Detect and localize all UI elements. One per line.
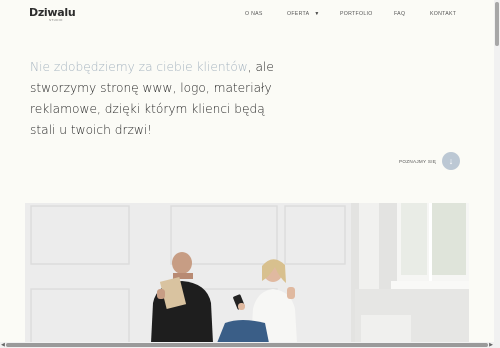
office-photo-illustration [25, 203, 469, 343]
nav-link-o-nas[interactable]: O NAS [245, 11, 263, 17]
nav-link-oferta-label: OFERTA [287, 11, 310, 17]
horizontal-scrollbar[interactable]: ◀ ▶ [0, 342, 494, 348]
scroll-left-icon[interactable]: ◀ [1, 342, 5, 348]
site-header: Dziwalu STUDIO O NAS OFERTA ▼ PORTFOLIO F… [0, 0, 494, 28]
nav-link-kontakt[interactable]: KONTAKT [430, 11, 456, 17]
nav-link-oferta[interactable]: OFERTA ▼ [287, 11, 320, 17]
headline-accent: Nie zdobędziemy za ciebie klientów [30, 60, 248, 74]
hero-photo [25, 203, 469, 343]
scroll-right-icon[interactable]: ▶ [489, 342, 493, 348]
nav-link-portfolio[interactable]: PORTFOLIO [340, 11, 373, 17]
vertical-scrollbar-thumb[interactable] [495, 2, 499, 46]
arrow-down-icon[interactable]: ↓ [442, 152, 460, 170]
horizontal-scrollbar-thumb[interactable] [6, 343, 488, 347]
cta-label: POZNAJMY SIĘ [399, 159, 437, 164]
vertical-scrollbar[interactable] [494, 0, 500, 348]
hero-headline: Nie zdobędziemy za ciebie klientów, ale … [30, 57, 290, 141]
caret-down-icon: ▼ [314, 11, 320, 17]
nav-link-faq[interactable]: FAQ [394, 11, 405, 17]
logo-subtitle: STUDIO [49, 18, 63, 22]
